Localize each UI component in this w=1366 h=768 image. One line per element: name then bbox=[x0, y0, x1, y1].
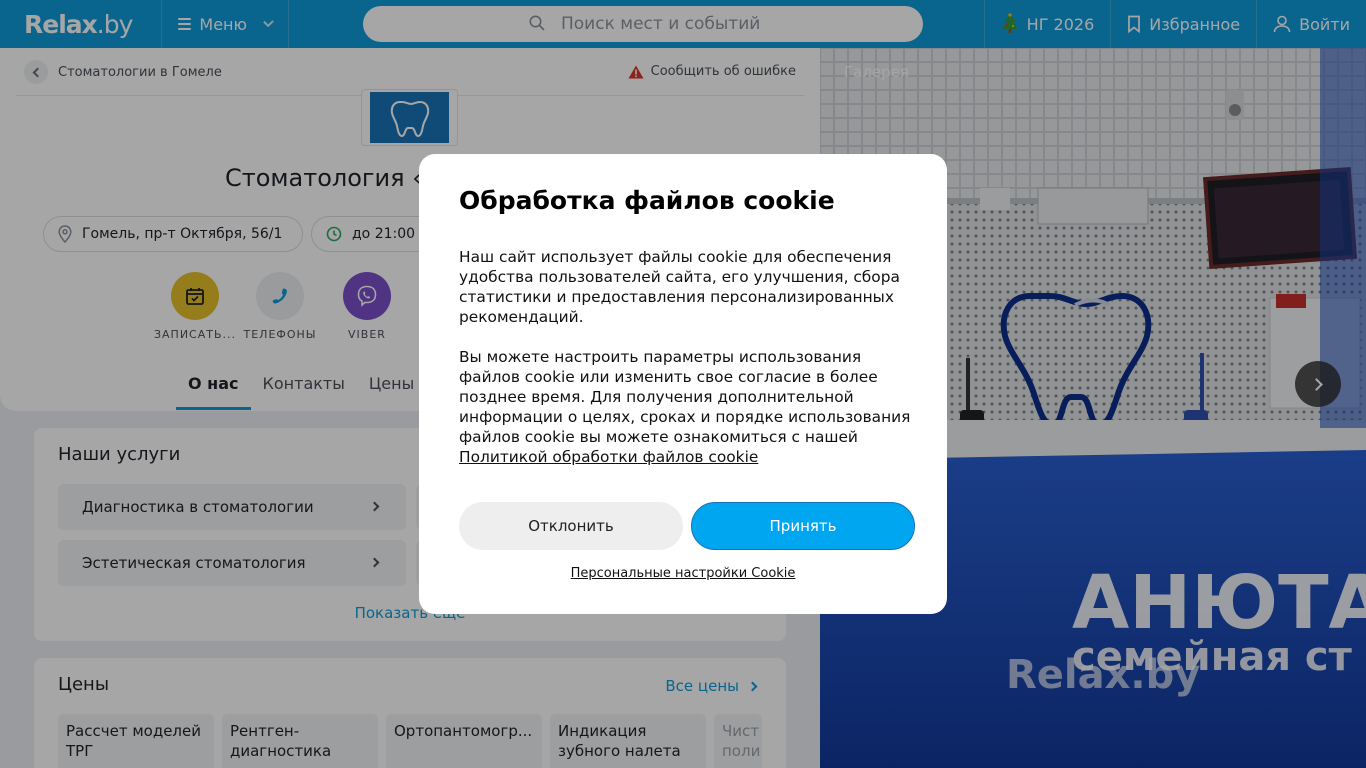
decline-button[interactable]: Отклонить bbox=[459, 502, 683, 550]
personal-cookie-settings-link[interactable]: Персональные настройки Cookie bbox=[419, 566, 947, 581]
cookie-title: Обработка файлов cookie bbox=[459, 186, 835, 215]
cookie-dialog: Обработка файлов cookie Наш сайт использ… bbox=[419, 154, 947, 614]
cookie-policy-link[interactable]: Политикой обработки файлов cookie bbox=[459, 448, 758, 466]
cookie-paragraph-2: Вы можете настроить параметры использова… bbox=[459, 347, 911, 467]
accept-button[interactable]: Принять bbox=[691, 502, 915, 550]
cookie-paragraph-2-text: Вы можете настроить параметры использова… bbox=[459, 348, 911, 446]
cookie-paragraph-1: Наш сайт использует файлы cookie для обе… bbox=[459, 248, 900, 326]
cookie-text: Наш сайт использует файлы cookie для обе… bbox=[459, 247, 911, 467]
